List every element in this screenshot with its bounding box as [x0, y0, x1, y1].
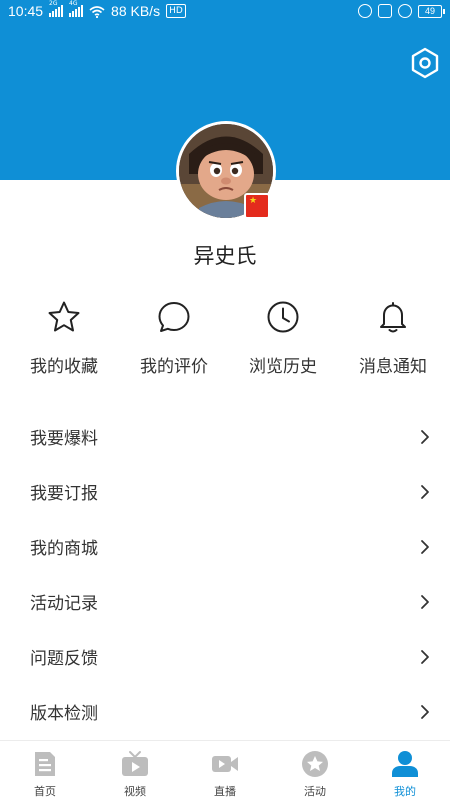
reviews-label: 我的评价 [140, 357, 208, 377]
menu-item-subscribe[interactable]: 我要订报 [0, 464, 450, 519]
signal-icon: 2G [49, 0, 64, 17]
tab-live[interactable]: 直播 [180, 741, 270, 800]
star-badge-icon [302, 751, 328, 777]
tab-label: 活动 [304, 785, 326, 798]
chevron-right-icon [421, 484, 429, 499]
lock-icon [378, 4, 392, 18]
star-icon [48, 301, 80, 332]
signal-icon-2: 4G [69, 0, 84, 17]
hd-badge: HD [166, 4, 186, 18]
tab-activity[interactable]: 活动 [270, 741, 360, 800]
tab-mine[interactable]: 我的 [360, 741, 450, 800]
comment-icon [158, 302, 190, 332]
bottom-tab-bar: 首页 视频 直播 活动 我的 [0, 740, 450, 800]
menu-item-feedback[interactable]: 问题反馈 [0, 629, 450, 684]
chevron-right-icon [421, 594, 429, 609]
menu-item-label: 我要爆料 [30, 429, 98, 449]
status-bar: 10:45 2G 4G 88 KB/s HD 49 [0, 0, 450, 24]
document-icon [35, 752, 55, 776]
chevron-right-icon [421, 704, 429, 719]
settings-button[interactable] [408, 46, 442, 80]
history-button[interactable]: 浏览历史 [227, 298, 339, 378]
hexagon-gear-icon [411, 47, 439, 79]
favorites-button[interactable]: 我的收藏 [8, 298, 120, 378]
tab-label: 视频 [124, 785, 146, 798]
menu-item-label: 版本检测 [30, 704, 98, 724]
tab-home[interactable]: 首页 [0, 741, 90, 800]
username: 异史氏 [193, 244, 257, 268]
menu-list: 我要爆料 我要订报 我的商城 活动记录 问题反馈 版本检测 [0, 409, 450, 739]
menu-item-label: 活动记录 [30, 594, 98, 614]
vibrate-icon [358, 4, 372, 18]
notifications-button[interactable]: 消息通知 [337, 298, 449, 378]
china-flag-icon: ★ [244, 193, 270, 219]
battery-icon: 49 [418, 4, 445, 18]
menu-item-mall[interactable]: 我的商城 [0, 519, 450, 574]
tab-label: 我的 [394, 785, 416, 798]
reviews-button[interactable]: 我的评价 [118, 298, 230, 378]
network-speed: 88 KB/s [111, 3, 161, 19]
chevron-right-icon [421, 649, 429, 664]
chevron-right-icon [421, 539, 429, 554]
clock-icon [267, 301, 299, 333]
user-icon [392, 751, 418, 777]
tab-label: 直播 [214, 785, 236, 798]
favorites-label: 我的收藏 [30, 357, 98, 377]
history-label: 浏览历史 [249, 357, 317, 377]
wifi-icon [89, 5, 105, 18]
tab-label: 首页 [34, 785, 56, 798]
tv-icon [122, 751, 148, 776]
menu-item-activity-records[interactable]: 活动记录 [0, 574, 450, 629]
notifications-label: 消息通知 [359, 357, 427, 377]
tab-video[interactable]: 视频 [90, 741, 180, 800]
menu-item-version-check[interactable]: 版本检测 [0, 684, 450, 739]
menu-item-label: 我要订报 [30, 484, 98, 504]
bell-icon [380, 302, 406, 333]
video-camera-icon [212, 756, 238, 772]
alarm-icon [398, 4, 412, 18]
menu-item-label: 问题反馈 [30, 649, 98, 669]
chevron-right-icon [421, 429, 429, 444]
status-time: 10:45 [8, 3, 44, 19]
menu-item-report[interactable]: 我要爆料 [0, 409, 450, 464]
menu-item-label: 我的商城 [30, 539, 98, 559]
